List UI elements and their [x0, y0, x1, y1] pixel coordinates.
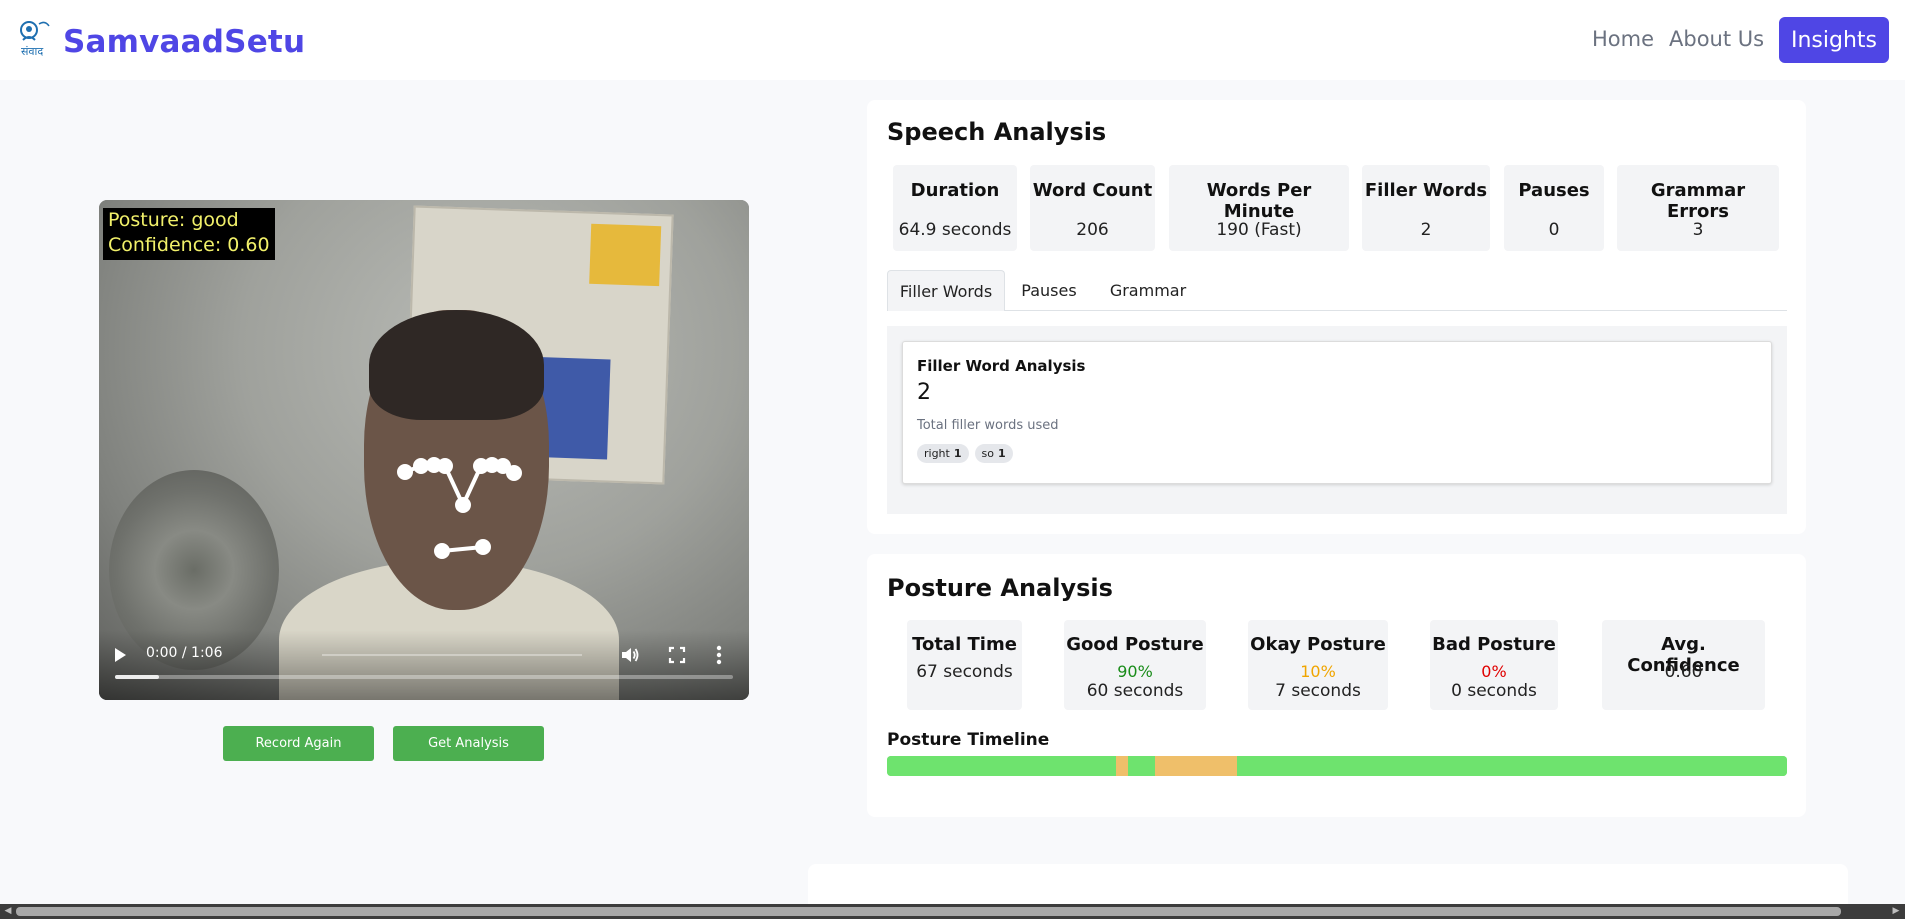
nav-about-link[interactable]: About Us [1669, 27, 1764, 51]
horizontal-scrollbar[interactable]: ◀ ▶ [0, 904, 1905, 919]
get-analysis-button[interactable]: Get Analysis [393, 726, 544, 761]
video-controls: 0:00 / 1:06 [99, 630, 749, 700]
overlay-confidence: Confidence: 0.60 [108, 234, 270, 256]
stat-word-count: Word Count 206 [1030, 165, 1155, 251]
stat-label: Duration [910, 180, 1000, 201]
tab-pauses[interactable]: Pauses [1005, 270, 1093, 311]
stat-total-time: Total Time 67 seconds [907, 620, 1022, 710]
stat-value: 0.60 [1664, 662, 1703, 682]
filler-count: 2 [917, 380, 931, 405]
volume-icon[interactable] [620, 645, 640, 665]
stat-value: 0 [1548, 220, 1560, 240]
volume-slider[interactable] [322, 654, 582, 656]
posture-timeline-title: Posture Timeline [887, 730, 1050, 750]
stat-label: Okay Posture [1250, 634, 1386, 655]
stat-words-per-minute: Words Per Minute 190 (Fast) [1169, 165, 1349, 251]
stat-value: 67 seconds [916, 662, 1013, 682]
okay-percent: 10% [1300, 662, 1336, 681]
stat-grammar-errors: Grammar Errors 3 [1617, 165, 1779, 251]
stat-duration: Duration 64.9 seconds [893, 165, 1017, 251]
bad-percent: 0% [1481, 662, 1507, 681]
overlay-posture: Posture: good [108, 209, 239, 231]
chip-word: so [981, 447, 994, 460]
filler-chip: so 1 [974, 444, 1013, 463]
stat-label: Grammar Errors [1650, 180, 1746, 222]
stat-pauses: Pauses 0 [1504, 165, 1604, 251]
chip-word: right [924, 447, 950, 460]
scroll-right-icon[interactable]: ▶ [1891, 906, 1901, 917]
logo-text[interactable]: SamvaadSetu [63, 24, 305, 60]
video-time: 0:00 / 1:06 [146, 645, 223, 661]
tab-filler-words[interactable]: Filler Words [887, 270, 1005, 311]
stat-label: Total Time [912, 634, 1017, 655]
stat-label: Pauses [1518, 180, 1590, 201]
filler-chips: right 1 so 1 [917, 444, 1013, 463]
navbar: संवाद SamvaadSetu Home About Us Insights [0, 0, 1905, 80]
filler-chip: right 1 [917, 444, 969, 463]
filler-description: Total filler words used [917, 418, 1059, 433]
stat-okay-posture: Okay Posture 10% 7 seconds [1248, 620, 1388, 710]
posture-analysis-card: Posture Analysis Total Time 67 seconds G… [867, 554, 1806, 817]
stat-label: Bad Posture [1432, 634, 1556, 655]
stat-bad-posture: Bad Posture 0% 0 seconds [1430, 620, 1558, 710]
logo-icon[interactable]: संवाद [15, 18, 57, 58]
good-seconds: 60 seconds [1086, 681, 1184, 701]
record-again-button[interactable]: Record Again [223, 726, 374, 761]
video-progress-bar[interactable] [115, 675, 733, 679]
posture-analysis-title: Posture Analysis [887, 574, 1113, 602]
posture-timeline [887, 756, 1787, 776]
timeline-segment-good [1128, 756, 1156, 776]
timeline-segment-okay [1115, 756, 1129, 776]
nav-home-link[interactable]: Home [1592, 27, 1654, 51]
stat-avg-confidence: Avg. Confidence 0.60 [1602, 620, 1765, 710]
filler-analysis-title: Filler Word Analysis [917, 357, 1086, 375]
stat-value: 206 [1076, 220, 1109, 240]
video-progress-buffered [115, 675, 159, 679]
stat-good-posture: Good Posture 90% 60 seconds [1064, 620, 1206, 710]
stat-value: 3 [1692, 220, 1704, 240]
good-percent: 90% [1117, 662, 1153, 681]
chip-count: 1 [997, 447, 1006, 460]
stat-label: Words Per Minute [1206, 180, 1312, 222]
logo-icon-label: संवाद [21, 45, 43, 58]
stat-label: Word Count [1032, 180, 1153, 201]
stat-label: Filler Words [1364, 180, 1488, 201]
video-overlay-text: Posture: good Confidence: 0.60 [103, 208, 275, 260]
chip-count: 1 [953, 447, 962, 460]
pose-landmarks [397, 457, 522, 559]
filler-words-panel: Filler Word Analysis 2 Total filler word… [887, 326, 1787, 514]
more-vertical-icon[interactable] [716, 645, 722, 665]
scrollbar-thumb[interactable] [16, 907, 1841, 916]
stat-label: Good Posture [1066, 634, 1204, 655]
speech-analysis-card: Speech Analysis Duration 64.9 seconds Wo… [867, 100, 1806, 534]
stat-value: 190 (Fast) [1216, 220, 1302, 240]
speech-analysis-title: Speech Analysis [887, 118, 1107, 146]
filler-word-analysis: Filler Word Analysis 2 Total filler word… [902, 341, 1772, 484]
timeline-segment-good [1237, 756, 1787, 776]
fullscreen-icon[interactable] [668, 646, 686, 664]
stat-value: 64.9 seconds [898, 220, 1012, 240]
scroll-left-icon[interactable]: ◀ [3, 906, 13, 917]
timeline-segment-good [887, 756, 1116, 776]
video-player[interactable]: Posture: good Confidence: 0.60 0:00 / 1:… [99, 200, 749, 700]
okay-seconds: 7 seconds [1275, 681, 1361, 701]
stat-value: 2 [1420, 220, 1432, 240]
stat-filler-words: Filler Words 2 [1362, 165, 1490, 251]
timeline-segment-okay [1155, 756, 1238, 776]
nav-insights-button[interactable]: Insights [1779, 17, 1889, 63]
tab-grammar[interactable]: Grammar [1093, 270, 1203, 311]
bad-seconds: 0 seconds [1451, 681, 1537, 701]
speech-tabs: Filler Words Pauses Grammar [887, 270, 1787, 311]
play-icon[interactable] [113, 647, 127, 663]
